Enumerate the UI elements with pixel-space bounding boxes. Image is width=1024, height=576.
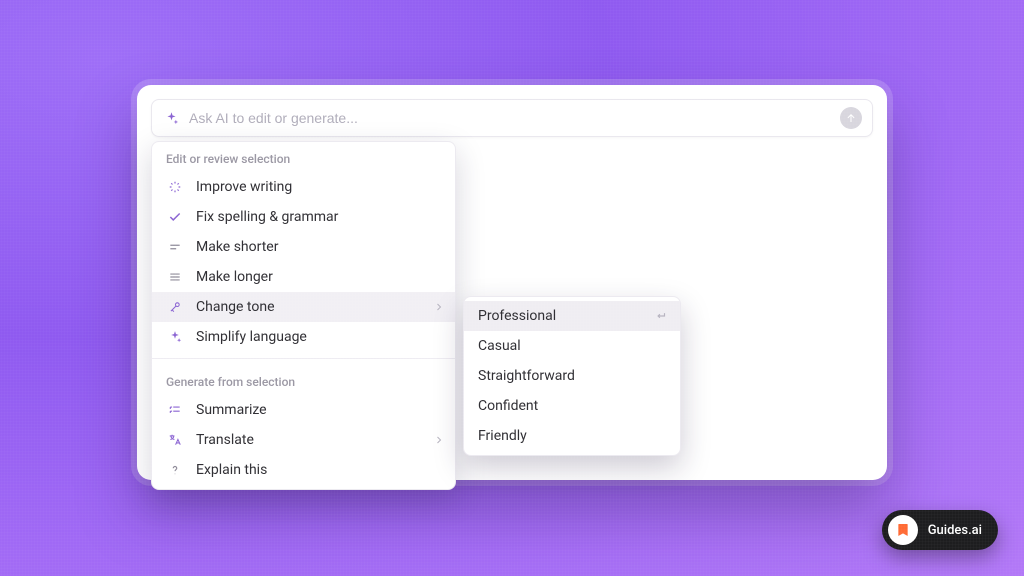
menu-item-label: Explain this <box>196 462 267 478</box>
menu-item-summarize[interactable]: Summarize <box>152 395 455 425</box>
menu-item-improve-writing[interactable]: Improve writing <box>152 172 455 202</box>
tone-option-straightforward[interactable]: Straightforward <box>464 361 680 391</box>
long-lines-icon <box>166 270 184 284</box>
tone-option-confident[interactable]: Confident <box>464 391 680 421</box>
tone-option-friendly[interactable]: Friendly <box>464 421 680 451</box>
tone-submenu: Professional Casual Straightforward Conf… <box>463 296 681 456</box>
menu-item-label: Summarize <box>196 402 267 418</box>
microphone-icon <box>166 300 184 314</box>
short-lines-icon <box>166 240 184 254</box>
check-icon <box>166 210 184 224</box>
submenu-item-label: Professional <box>478 308 556 324</box>
ai-actions-menu: Edit or review selection Improve writing… <box>151 141 456 490</box>
menu-item-label: Make shorter <box>196 239 278 255</box>
menu-item-simplify[interactable]: Simplify language <box>152 322 455 352</box>
chevron-right-icon <box>433 434 445 446</box>
arrow-up-icon <box>845 112 857 124</box>
ai-prompt-input[interactable] <box>189 110 840 126</box>
tone-option-casual[interactable]: Casual <box>464 331 680 361</box>
submenu-item-label: Casual <box>478 338 521 354</box>
submenu-item-label: Friendly <box>478 428 527 444</box>
menu-divider <box>152 358 455 359</box>
menu-item-change-tone[interactable]: Change tone <box>152 292 455 322</box>
menu-item-fix-spelling[interactable]: Fix spelling & grammar <box>152 202 455 232</box>
badge-label: Guides.ai <box>928 523 982 538</box>
sparkle-icon <box>164 111 179 126</box>
quote-lines-icon <box>166 403 184 417</box>
enter-key-icon <box>654 309 668 323</box>
menu-item-translate[interactable]: Translate <box>152 425 455 455</box>
submenu-item-label: Confident <box>478 398 538 414</box>
gradient-background: Edit or review selection Improve writing… <box>0 0 1024 576</box>
menu-item-label: Change tone <box>196 299 275 315</box>
bookmark-icon <box>888 515 918 545</box>
menu-item-label: Simplify language <box>196 329 307 345</box>
menu-item-label: Fix spelling & grammar <box>196 209 338 225</box>
app-panel: Edit or review selection Improve writing… <box>137 85 887 480</box>
menu-item-explain[interactable]: Explain this <box>152 455 455 485</box>
attribution-badge[interactable]: Guides.ai <box>882 510 998 550</box>
submenu-item-label: Straightforward <box>478 368 575 384</box>
section-header-edit: Edit or review selection <box>152 142 455 172</box>
translate-icon <box>166 433 184 447</box>
submit-button[interactable] <box>840 107 862 129</box>
menu-item-make-longer[interactable]: Make longer <box>152 262 455 292</box>
question-icon <box>166 463 184 477</box>
section-header-generate: Generate from selection <box>152 365 455 395</box>
menu-item-label: Improve writing <box>196 179 292 195</box>
sparkle-burst-icon <box>166 180 184 194</box>
menu-item-make-shorter[interactable]: Make shorter <box>152 232 455 262</box>
tone-option-professional[interactable]: Professional <box>464 301 680 331</box>
ai-search-bar[interactable] <box>151 99 873 137</box>
sparkle-icon <box>166 330 184 344</box>
menu-item-label: Translate <box>196 432 254 448</box>
chevron-right-icon <box>433 301 445 313</box>
menu-item-label: Make longer <box>196 269 273 285</box>
